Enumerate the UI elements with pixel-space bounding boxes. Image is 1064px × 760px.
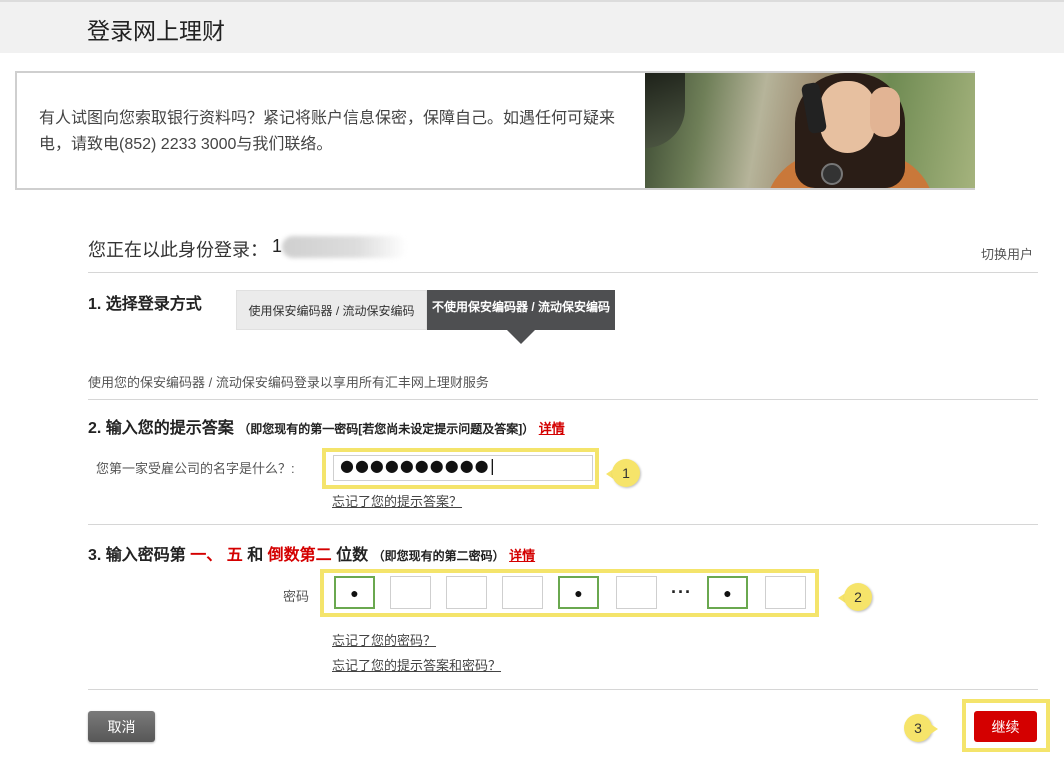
digit-fifth: 五 (226, 547, 243, 564)
page-title: 登录网上理财 (87, 18, 225, 44)
switch-user-link[interactable]: 切换用户 (981, 244, 1033, 263)
user-id-blur (282, 236, 407, 258)
section1-title: 1. 选择登录方式 (88, 296, 202, 313)
section3-and: 和 (247, 547, 264, 564)
answer-input[interactable]: ●●●●●●●●●●| (333, 455, 593, 481)
divider (88, 399, 1038, 400)
password-digit-3[interactable] (446, 576, 487, 609)
callout-2: 2 (838, 583, 872, 611)
section2-title-text: 2. 输入您的提示答案 (88, 420, 234, 437)
section2-title: 2. 输入您的提示答案 （即您现有的第一密码[若您尚未设定提示问题及答案]） 详… (88, 414, 565, 438)
divider (88, 524, 1038, 525)
section2-subtitle: （即您现有的第一密码[若您尚未设定提示问题及答案]） (238, 422, 535, 436)
password-digit-2[interactable] (390, 576, 431, 609)
password-digit-last[interactable] (765, 576, 806, 609)
cancel-button[interactable]: 取消 (88, 711, 155, 742)
section3-title-prefix: 3. 输入密码第 (88, 547, 186, 564)
security-banner: 有人试图向您索取银行资料吗？紧记将账户信息保密，保障自己。如遇任何可疑来电，请致… (15, 71, 975, 190)
callout-1: 1 (606, 459, 640, 487)
password-ellipsis: ··· (671, 582, 692, 602)
password-digit-1[interactable]: ● (334, 576, 375, 609)
continue-button[interactable]: 继续 (974, 711, 1037, 742)
section2-details-link[interactable]: 详情 (539, 421, 565, 436)
callout-1-number: 1 (612, 459, 640, 487)
active-tab-pointer (507, 330, 535, 344)
password-digit-6[interactable] (616, 576, 657, 609)
banner-text: 有人试图向您索取银行资料吗？紧记将账户信息保密，保障自己。如遇任何可疑来电，请致… (39, 110, 616, 153)
login-user-id: 1 (272, 236, 283, 256)
password-digit-second-last[interactable]: ● (707, 576, 748, 609)
digit-second-last: 倒数第二 (267, 547, 332, 564)
login-identity-label: 您正在以此身份登录： (88, 240, 268, 260)
callout-3: 3 (904, 714, 938, 742)
tab-with-security-device[interactable]: 使用保安编码器 / 流动保安编码 (236, 290, 427, 330)
divider (88, 272, 1038, 273)
callout-2-number: 2 (844, 583, 872, 611)
section1-description: 使用您的保安编码器 / 流动保安编码登录以享用所有汇丰网上理财服务 (88, 375, 489, 390)
banner-photo (645, 73, 975, 188)
digit-first: 一 (190, 547, 207, 564)
forgot-answer-link[interactable]: 忘记了您的提示答案？ (332, 491, 462, 510)
forgot-password-link[interactable]: 忘记了您的密码？ (332, 630, 436, 649)
answer-masked-value: ●●●●●●●●●● (340, 456, 490, 475)
section3-subtitle: （即您现有的第二密码） (372, 549, 505, 563)
callout-3-number: 3 (904, 714, 932, 742)
section3-details-link[interactable]: 详情 (509, 548, 535, 563)
forgot-answer-and-password-link[interactable]: 忘记了您的提示答案和密码？ (332, 655, 501, 674)
section3-title: 3. 输入密码第 一、 五 和 倒数第二 位数 （即您现有的第二密码） 详情 (88, 541, 535, 565)
password-label: 密码 (283, 589, 310, 604)
password-digit-5[interactable]: ● (558, 576, 599, 609)
section3-suffix: 位数 (336, 547, 369, 564)
divider (88, 689, 1038, 690)
digit-separator: 、 (206, 547, 223, 564)
password-digit-4[interactable] (502, 576, 543, 609)
tab-without-security-device[interactable]: 不使用保安编码器 / 流动保安编码 (427, 290, 615, 330)
security-question: 您第一家受雇公司的名字是什么？: (96, 461, 295, 476)
